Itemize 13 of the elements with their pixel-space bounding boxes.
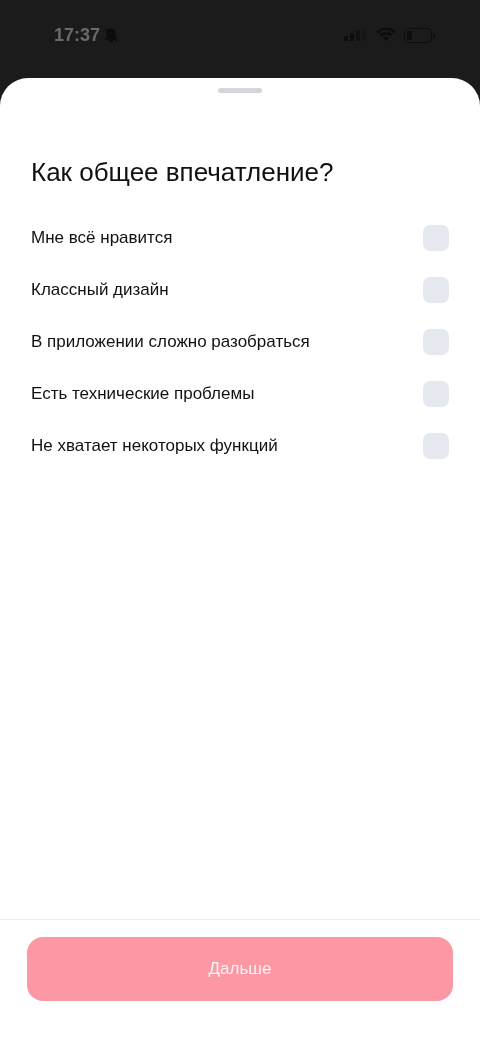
option-label: Не хватает некоторых функций bbox=[31, 436, 278, 456]
option-label: Мне всё нравится bbox=[31, 228, 173, 248]
checkbox[interactable] bbox=[423, 381, 449, 407]
option-label: Классный дизайн bbox=[31, 280, 169, 300]
option-label: В приложении сложно разобраться bbox=[31, 332, 310, 352]
status-time: 17:37 bbox=[54, 24, 101, 46]
checkbox[interactable] bbox=[423, 329, 449, 355]
option-label: Есть технические проблемы bbox=[31, 384, 255, 404]
sheet-title: Как общее впечатление? bbox=[31, 157, 335, 188]
checkbox[interactable] bbox=[423, 433, 449, 459]
checkbox[interactable] bbox=[423, 225, 449, 251]
checkbox[interactable] bbox=[423, 277, 449, 303]
drag-handle[interactable] bbox=[218, 88, 262, 93]
